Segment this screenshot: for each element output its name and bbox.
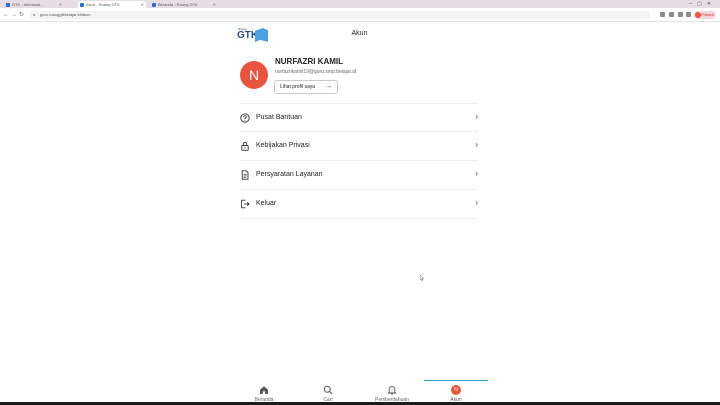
tab-favicon-icon (152, 3, 156, 7)
account-menu: Pusat Bantuan › Kebijakan Privasi › Pers… (240, 103, 478, 219)
menu-item-label: Pusat Bantuan (256, 114, 302, 121)
home-icon (260, 386, 268, 394)
chevron-right-icon: › (475, 198, 478, 207)
site-info-icon[interactable]: ● (33, 11, 35, 19)
tab-label: Beranda - Ruang GTK (158, 2, 198, 7)
view-profile-button[interactable]: Lihat profil saya → (274, 80, 338, 94)
bookmark-star-icon[interactable] (669, 12, 674, 17)
view-profile-label: Lihat profil saya (280, 84, 316, 90)
extensions-icon[interactable] (678, 12, 683, 17)
translate-icon[interactable] (660, 12, 665, 17)
menu-item-label: Kebijakan Privasi (256, 142, 310, 149)
menu-item-privacy-policy[interactable]: Kebijakan Privasi › (240, 132, 478, 161)
chevron-right-icon: › (475, 140, 478, 149)
menu-item-label: Persyaratan Layanan (256, 171, 323, 178)
profile-avatar-icon (695, 12, 701, 18)
sidebar-icon[interactable] (686, 12, 691, 17)
url-input[interactable]: ● guru.ruanggtkbelajar.id/akun (30, 11, 650, 19)
menu-item-label: Keluar (256, 200, 277, 207)
address-bar-row: ← → ↻ ● guru.ruanggtkbelajar.id/akun Pri… (0, 8, 720, 22)
window-controls[interactable]: –▢✕ (689, 0, 716, 8)
menu-item-help-center[interactable]: Pusat Bantuan › (240, 103, 478, 132)
back-arrow-icon[interactable]: ← (3, 11, 9, 19)
bell-icon (387, 386, 397, 395)
search-icon (323, 385, 333, 395)
active-tab-indicator (424, 380, 488, 381)
browser-tab-2[interactable]: Akun - Ruang GTK ✕ (78, 1, 146, 8)
document-icon (241, 170, 249, 180)
reload-icon[interactable]: ↻ (19, 11, 24, 19)
menu-item-logout[interactable]: Keluar › (240, 190, 478, 219)
browser-profile-button[interactable]: Pribadi (694, 11, 716, 19)
page-title: Akun (351, 30, 368, 37)
lock-icon (241, 141, 249, 151)
user-name: NURFAZRI KAMIL (275, 57, 343, 66)
tab-label: GTK - Informasi... (12, 2, 44, 7)
chevron-right-icon: › (475, 169, 478, 178)
forward-arrow-icon[interactable]: → (11, 11, 17, 19)
logout-icon (241, 199, 250, 209)
tab-label: Akun - Ruang GTK (86, 2, 120, 7)
avatar-icon: N (451, 385, 461, 395)
user-avatar: N (240, 61, 268, 89)
app-container: Ruang GTK Akun N NURFAZRI KAMIL nurfazri… (232, 22, 488, 405)
tab-favicon-icon (80, 3, 84, 7)
user-email: nurfazrikamil19@guru.smp.belajar.id (275, 69, 357, 75)
browser-tab-strip: GTK - Informasi... ✕ Akun - Ruang GTK ✕ … (0, 0, 720, 8)
browser-tab-1[interactable]: GTK - Informasi... ✕ (4, 1, 64, 8)
arrow-right-icon: → (325, 83, 332, 90)
profile-label: Pribadi (701, 12, 714, 17)
chevron-right-icon: › (475, 112, 478, 121)
help-circle-icon (240, 113, 250, 123)
tab-favicon-icon (6, 3, 10, 7)
menu-item-terms-of-service[interactable]: Persyaratan Layanan › (240, 161, 478, 190)
mouse-cursor-icon (420, 275, 424, 281)
url-text: guru.ruanggtkbelajar.id/akun (40, 12, 91, 17)
tab-close-icon[interactable]: ✕ (213, 1, 216, 8)
tab-close-icon[interactable]: ✕ (141, 1, 144, 8)
tab-close-icon[interactable]: ✕ (59, 1, 62, 8)
browser-tab-3[interactable]: Beranda - Ruang GTK ✕ (150, 1, 218, 8)
